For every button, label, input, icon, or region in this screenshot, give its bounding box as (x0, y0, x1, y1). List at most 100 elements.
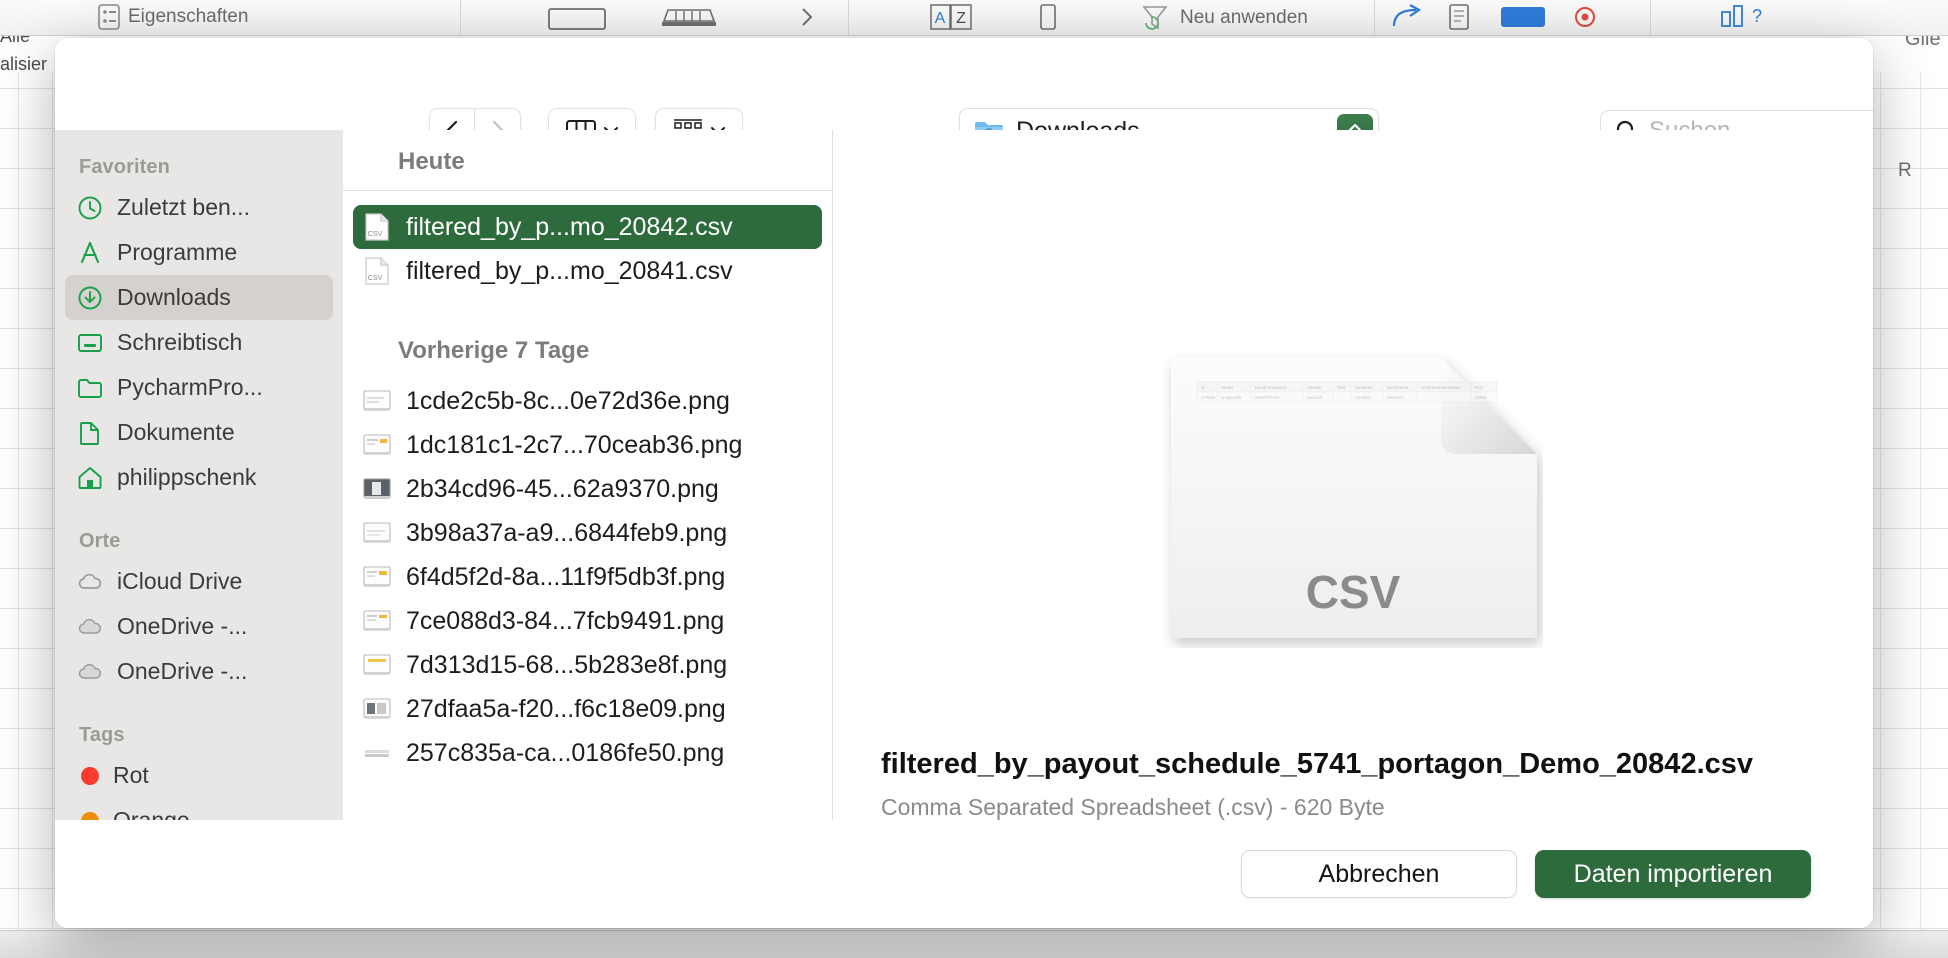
bg-properties-label: Eigenschaften (128, 6, 249, 27)
file-name: filtered_by_p...mo_20841.csv (406, 256, 733, 285)
table-row[interactable]: 257c835a-ca...0186fe50.png (353, 731, 822, 775)
svg-text:Biemann: Biemann (1387, 395, 1404, 400)
svg-text:270095: 270095 (1201, 395, 1216, 400)
downloads-icon (78, 286, 102, 309)
png-file-icon (365, 750, 389, 757)
sidebar-item-label: Schreibtisch (117, 329, 243, 355)
svg-text:00M0077413: 00M0077413 (1255, 395, 1280, 400)
file-name: 7ce088d3-84...7fcb9491.png (406, 606, 725, 635)
svg-text:CSV: CSV (368, 275, 383, 282)
png-file-icon (363, 654, 391, 675)
svg-text:PLZ: PLZ (1475, 385, 1483, 390)
bg-table-button[interactable] (548, 8, 606, 30)
sidebar-item-downloads[interactable]: Downloads (65, 275, 333, 320)
table-row[interactable]: CSV filtered_by_p...mo_20842.csv (353, 205, 822, 249)
sidebar-item-label: PycharmPro... (117, 374, 263, 400)
sidebar-item-label: OneDrive -... (117, 613, 248, 639)
csv-file-icon: CSV (365, 257, 389, 285)
table-row[interactable]: 6f4d5f2d-8a...11f9f5db3f.png (353, 555, 822, 599)
sidebar-item-icloud-drive[interactable]: iCloud Drive (65, 559, 333, 604)
sidebar-item-tag-rot[interactable]: Rot (65, 753, 333, 798)
png-file-icon (363, 390, 391, 411)
sidebar-item-label: Orange (113, 807, 190, 820)
dialog-body: Favoriten Zuletzt ben... Programme Downl… (55, 130, 1873, 820)
bg-chart-button[interactable] (660, 6, 718, 32)
svg-text:Carolina: Carolina (1355, 395, 1371, 400)
import-data-button[interactable]: Daten importieren (1535, 850, 1811, 898)
file-name: 7d313d15-68...5b283e8f.png (406, 650, 728, 679)
sidebar-section-title-favoriten: Favoriten (79, 156, 170, 178)
sidebar-item-tag-orange[interactable]: Orange (65, 798, 333, 820)
bg-reapply-filter-button[interactable]: Neu anwenden (1140, 3, 1308, 33)
file-name: 257c835a-ca...0186fe50.png (406, 738, 725, 767)
applications-icon (80, 241, 100, 263)
svg-text:Z: Z (956, 10, 966, 27)
share-arrow-icon (1392, 4, 1422, 27)
sidebar-item-onedrive-2[interactable]: OneDrive -... (65, 649, 333, 694)
file-name: 27dfaa5a-f20...f6c18e09.png (406, 694, 726, 723)
sidebar-item-zuletzt-benutzt[interactable]: Zuletzt ben... (65, 185, 333, 230)
tag-dot-icon (81, 811, 99, 820)
file-list[interactable]: Heute CSV filtered_by_p...mo_20842.csv C… (343, 130, 833, 820)
chevron-right-icon (802, 8, 813, 26)
sidebar-section-title-orte: Orte (79, 530, 121, 552)
bg-column-button[interactable] (1040, 4, 1056, 30)
bg-share-button[interactable] (1390, 4, 1424, 32)
bg-properties-button[interactable]: Eigenschaften (98, 4, 248, 30)
table-row[interactable]: 1cde2c5b-8c...0e72d36e.png (353, 379, 822, 423)
sidebar-item-schreibtisch[interactable]: Schreibtisch (65, 320, 333, 365)
sidebar-item-label: Zuletzt ben... (117, 194, 250, 220)
background-column-header: R (1898, 160, 1912, 181)
svg-text:?: ? (1752, 6, 1762, 26)
chart-icon (662, 9, 716, 26)
file-group-label-vorherige-7-tage: Vorherige 7 Tage (398, 337, 590, 364)
media-icon (1501, 7, 1545, 27)
properties-icon (98, 4, 120, 30)
svg-text:A: A (935, 10, 946, 27)
document-icon (80, 421, 99, 445)
table-row[interactable]: 2b34cd96-45...62a9370.png (353, 467, 822, 511)
cloud-icon (78, 663, 102, 679)
sidebar-item-onedrive-1[interactable]: OneDrive -... (65, 604, 333, 649)
sidebar-item-philippschenk[interactable]: philippschenk (65, 455, 333, 500)
table-row[interactable]: 27dfaa5a-f20...f6c18e09.png (353, 687, 822, 731)
table-icon (548, 8, 606, 30)
sidebar-item-label: Dokumente (117, 419, 235, 445)
desktop-icon (78, 333, 102, 352)
filter-refresh-icon (1142, 6, 1168, 30)
icloud-icon (78, 573, 102, 589)
preview-details: filtered_by_payout_schedule_5741_portago… (881, 748, 1825, 820)
clock-icon (78, 196, 102, 219)
tag-dot-icon (81, 766, 99, 785)
bg-more-chevron-button[interactable] (800, 6, 814, 28)
folder-icon (78, 378, 102, 398)
sidebar-item-label: Downloads (117, 284, 231, 310)
bg-media-button[interactable] (1500, 6, 1546, 28)
svg-text:Status: Status (1221, 385, 1234, 390)
preview-kind-size: Comma Separated Spreadsheet (.csv) - 620… (881, 794, 1385, 820)
background-status-bar (0, 930, 1948, 958)
sidebar-item-pycharmprojects[interactable]: PycharmPro... (65, 365, 333, 410)
table-row[interactable]: 3b98a37a-a9...6844feb9.png (353, 511, 822, 555)
table-row[interactable]: CSV filtered_by_p...mo_20841.csv (353, 249, 822, 293)
svg-text:id: id (1201, 385, 1205, 390)
bg-help-chart-button[interactable]: ? (1718, 2, 1762, 32)
csv-thumbnail-label: CSV (1306, 566, 1401, 618)
bg-document-button[interactable] (1448, 4, 1470, 30)
help-chart-icon: ? (1721, 5, 1762, 27)
table-row[interactable]: 1dc181c1-2c7...70ceab36.png (353, 423, 822, 467)
document-icon (1449, 4, 1469, 30)
sidebar-item-dokumente[interactable]: Dokumente (65, 410, 333, 455)
bg-sort-button[interactable]: A Z (930, 4, 972, 30)
png-file-icon (363, 698, 391, 719)
sort-az-icon: A Z (930, 4, 972, 30)
sidebar-item-programme[interactable]: Programme (65, 230, 333, 275)
bg-record-button[interactable] (1572, 6, 1598, 28)
dialog-footer: Abbrechen Daten importieren (55, 820, 1873, 928)
file-name: 6f4d5f2d-8a...11f9f5db3f.png (406, 562, 726, 591)
cancel-button[interactable]: Abbrechen (1241, 850, 1517, 898)
table-row[interactable]: 7ce088d3-84...7fcb9491.png (353, 599, 822, 643)
file-preview-pane: id Status Kundennummer Anrede Titel Vorname … (833, 130, 1873, 820)
table-row[interactable]: 7d313d15-68...5b283e8f.png (353, 643, 822, 687)
png-file-icon (363, 610, 391, 631)
